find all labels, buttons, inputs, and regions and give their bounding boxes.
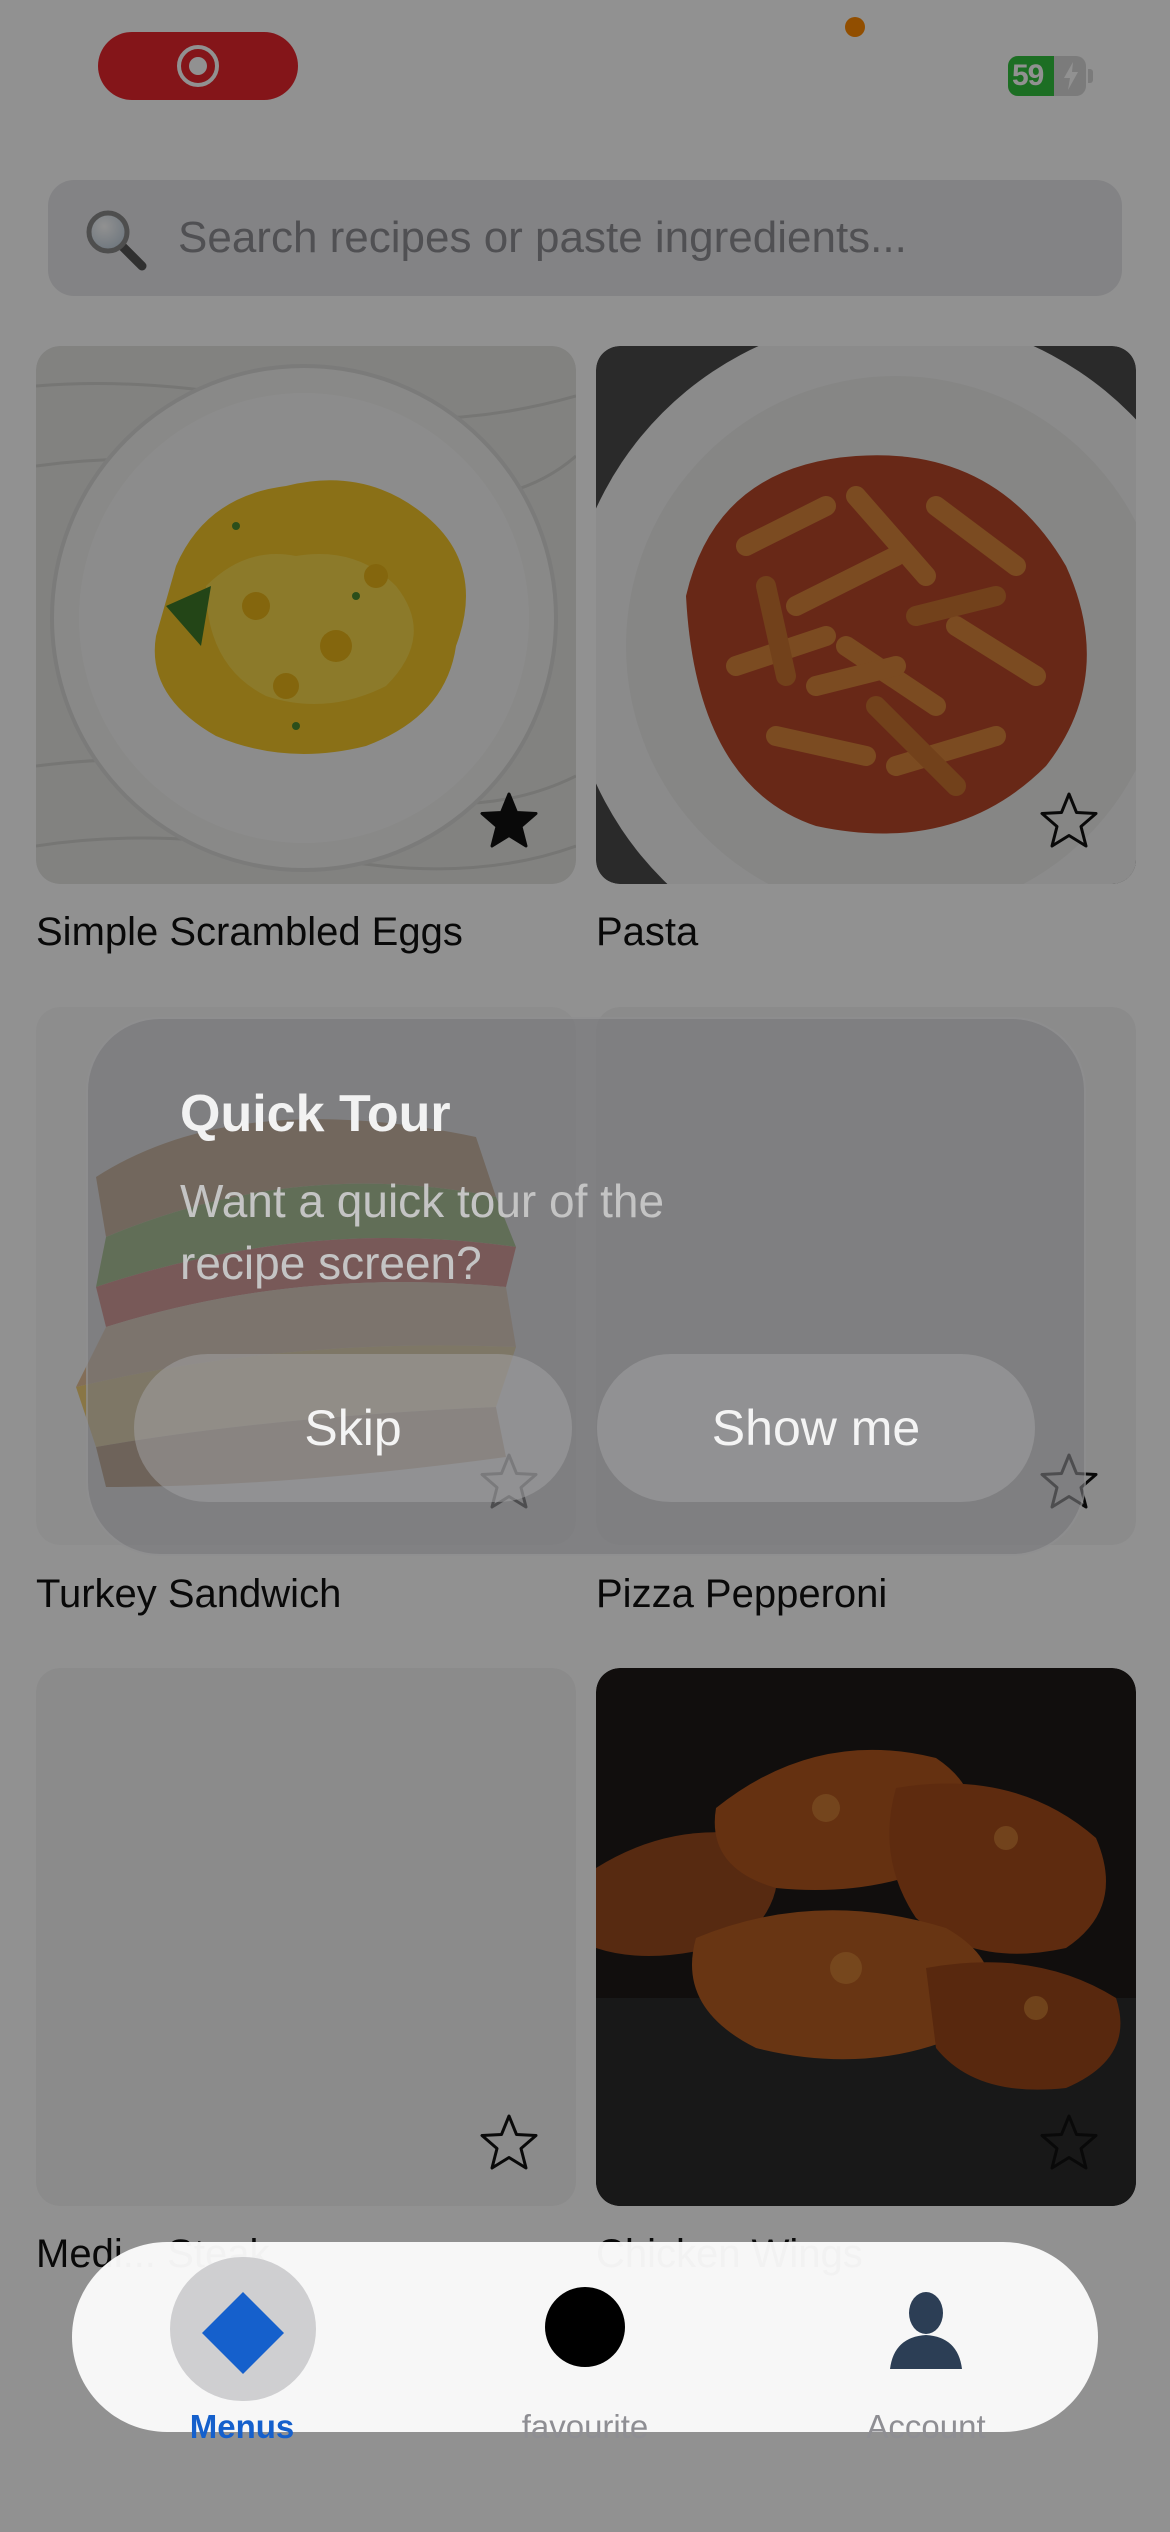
dialog-message: Want a quick tour of the recipe screen? <box>180 1175 665 1289</box>
dialog-title: Quick Tour <box>180 1085 451 1143</box>
diamond-icon <box>202 2292 284 2374</box>
tab-label-favourite[interactable]: favourite <box>475 2408 695 2446</box>
circle-icon[interactable] <box>545 2287 625 2367</box>
tab-label-account[interactable]: Account <box>816 2408 1036 2446</box>
show-me-button[interactable]: Show me <box>597 1354 1035 1502</box>
person-icon[interactable] <box>886 2285 966 2369</box>
skip-button[interactable]: Skip <box>134 1354 572 1502</box>
tab-menus[interactable] <box>180 2280 306 2416</box>
tab-label-menus[interactable]: Menus <box>132 2408 352 2446</box>
